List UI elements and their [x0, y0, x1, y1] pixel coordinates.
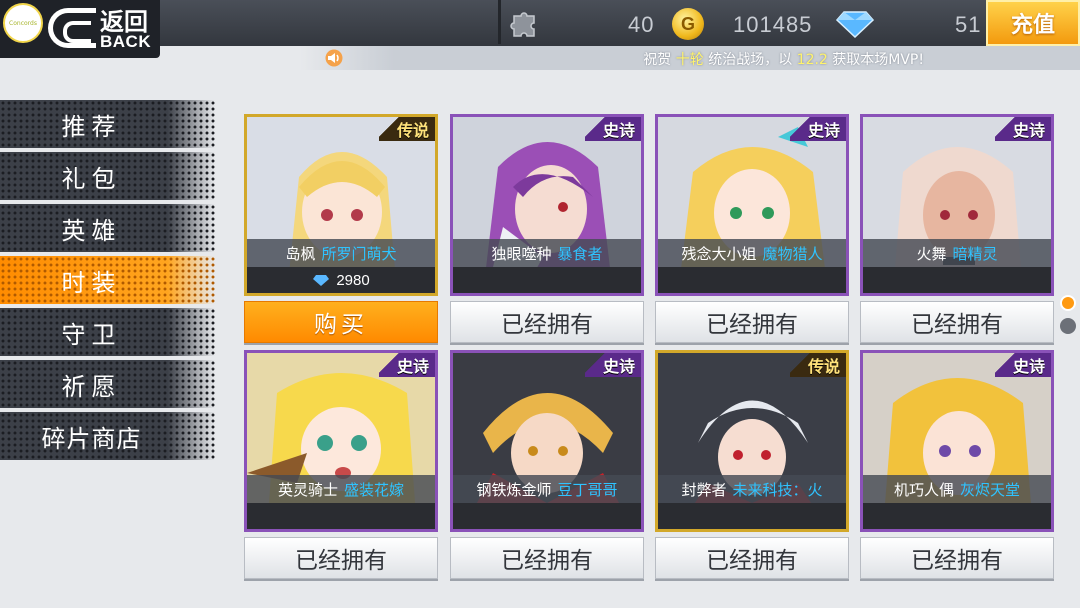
recharge-button[interactable]: 充值 — [986, 0, 1080, 46]
price-bar — [658, 267, 846, 293]
announcement-bar: 祝贺 十轮 统治战场，以 12.2 获取本场MVP! — [300, 46, 1080, 70]
skin-name-bar: 机巧人偶 灰烬天堂 — [863, 475, 1051, 503]
skin-name: 豆丁哥哥 — [557, 480, 618, 499]
speaker-icon — [325, 49, 343, 67]
character-name: 残念大小姐 — [681, 244, 757, 263]
coin-count: 101485 — [733, 12, 813, 37]
skin-card[interactable]: 史诗 独眼噬种 暴食者 — [450, 114, 644, 296]
puzzle-icon — [510, 12, 535, 37]
rarity-badge: 史诗 — [584, 117, 641, 141]
puzzle-count: 40 — [628, 12, 655, 37]
character-name: 火舞 — [916, 244, 947, 263]
nav-item-skins[interactable]: 时装 — [0, 256, 215, 304]
announcement-text: 祝贺 十轮 统治战场，以 12.2 获取本场MVP! — [643, 52, 924, 68]
skin-name-bar: 岛枫 所罗门萌犬 — [247, 239, 435, 267]
skin-name: 所罗门萌犬 — [321, 244, 397, 263]
price-bar — [247, 503, 435, 529]
price-bar — [863, 503, 1051, 529]
rarity-badge: 史诗 — [378, 353, 435, 377]
owned-button[interactable]: 已经拥有 — [655, 537, 849, 579]
skin-card[interactable]: 史诗 火舞 暗精灵 — [860, 114, 1054, 296]
skin-name: 暗精灵 — [952, 244, 998, 263]
nav-item-heroes[interactable]: 英雄 — [0, 204, 215, 252]
nav-item-packs[interactable]: 礼包 — [0, 152, 215, 200]
owned-button[interactable]: 已经拥有 — [450, 537, 644, 579]
rarity-badge: 史诗 — [994, 353, 1051, 377]
character-name: 岛枫 — [285, 244, 316, 263]
owned-button[interactable]: 已经拥有 — [655, 301, 849, 343]
skin-price: 2980 — [336, 271, 370, 289]
character-name: 机巧人偶 — [893, 480, 954, 499]
rarity-badge: 史诗 — [789, 117, 846, 141]
skin-name-bar: 封弊者 未来科技：火 — [658, 475, 846, 503]
owned-button[interactable]: 已经拥有 — [244, 537, 438, 579]
category-nav: 推荐 礼包 英雄 时装 守卫 祈愿 碎片商店 — [0, 100, 230, 464]
price-bar — [453, 267, 641, 293]
skin-name: 暴食者 — [557, 244, 603, 263]
character-name: 英灵骑士 — [277, 480, 338, 499]
skin-card[interactable]: 传说 岛枫 所罗门萌犬 2980 — [244, 114, 438, 296]
skin-card[interactable]: 史诗 钢铁炼金师 豆丁哥哥 — [450, 350, 644, 532]
buy-button[interactable]: 购买 — [244, 301, 438, 343]
skin-name: 未来科技：火 — [732, 480, 823, 499]
skin-name: 灰烬天堂 — [960, 480, 1021, 499]
skin-name: 魔物猎人 — [762, 244, 823, 263]
gem-count: 51 — [955, 12, 982, 37]
skin-name-bar: 英灵骑士 盛装花嫁 — [247, 475, 435, 503]
rarity-badge: 史诗 — [584, 353, 641, 377]
nav-item-wish[interactable]: 祈愿 — [0, 360, 215, 408]
price-bar — [453, 503, 641, 529]
skin-name-bar: 火舞 暗精灵 — [863, 239, 1051, 267]
character-name: 独眼噬种 — [491, 244, 552, 263]
page-indicator-2[interactable] — [1060, 318, 1076, 334]
skin-card[interactable]: 史诗 残念大小姐 魔物猎人 — [655, 114, 849, 296]
diamond-icon — [836, 11, 874, 38]
back-button[interactable]: Concords 返回 BACK — [0, 0, 160, 58]
page-indicator-1[interactable] — [1060, 295, 1076, 311]
skin-card[interactable]: 史诗 英灵骑士 盛装花嫁 — [244, 350, 438, 532]
character-name: 封弊者 — [681, 480, 727, 499]
owned-button[interactable]: 已经拥有 — [860, 301, 1054, 343]
rarity-badge: 传说 — [378, 117, 435, 141]
top-bar — [0, 0, 1080, 46]
resource-divider — [498, 0, 501, 44]
character-name: 钢铁炼金师 — [476, 480, 552, 499]
nav-item-fragment-shop[interactable]: 碎片商店 — [0, 412, 215, 460]
skin-name-bar: 独眼噬种 暴食者 — [453, 239, 641, 267]
back-label-en: BACK — [100, 32, 152, 51]
coin-icon: G — [672, 8, 704, 40]
owned-button[interactable]: 已经拥有 — [860, 537, 1054, 579]
skin-name-bar: 残念大小姐 魔物猎人 — [658, 239, 846, 267]
mvp-score: 12.2 — [796, 52, 828, 68]
skin-card[interactable]: 史诗 机巧人偶 灰烬天堂 — [860, 350, 1054, 532]
rarity-badge: 史诗 — [994, 117, 1051, 141]
price-bar: 2980 — [247, 267, 435, 293]
skin-card[interactable]: 传说 封弊者 未来科技：火 — [655, 350, 849, 532]
skin-name-bar: 钢铁炼金师 豆丁哥哥 — [453, 475, 641, 503]
mvp-player-name: 十轮 — [675, 52, 704, 68]
diamond-icon — [313, 274, 330, 286]
back-arrow-icon — [48, 8, 96, 48]
price-bar — [658, 503, 846, 529]
nav-item-recommend[interactable]: 推荐 — [0, 100, 215, 148]
price-bar — [863, 267, 1051, 293]
game-logo: Concords — [3, 3, 43, 43]
rarity-badge: 传说 — [789, 353, 846, 377]
owned-button[interactable]: 已经拥有 — [450, 301, 644, 343]
nav-item-guards[interactable]: 守卫 — [0, 308, 215, 356]
skin-name: 盛装花嫁 — [344, 480, 405, 499]
